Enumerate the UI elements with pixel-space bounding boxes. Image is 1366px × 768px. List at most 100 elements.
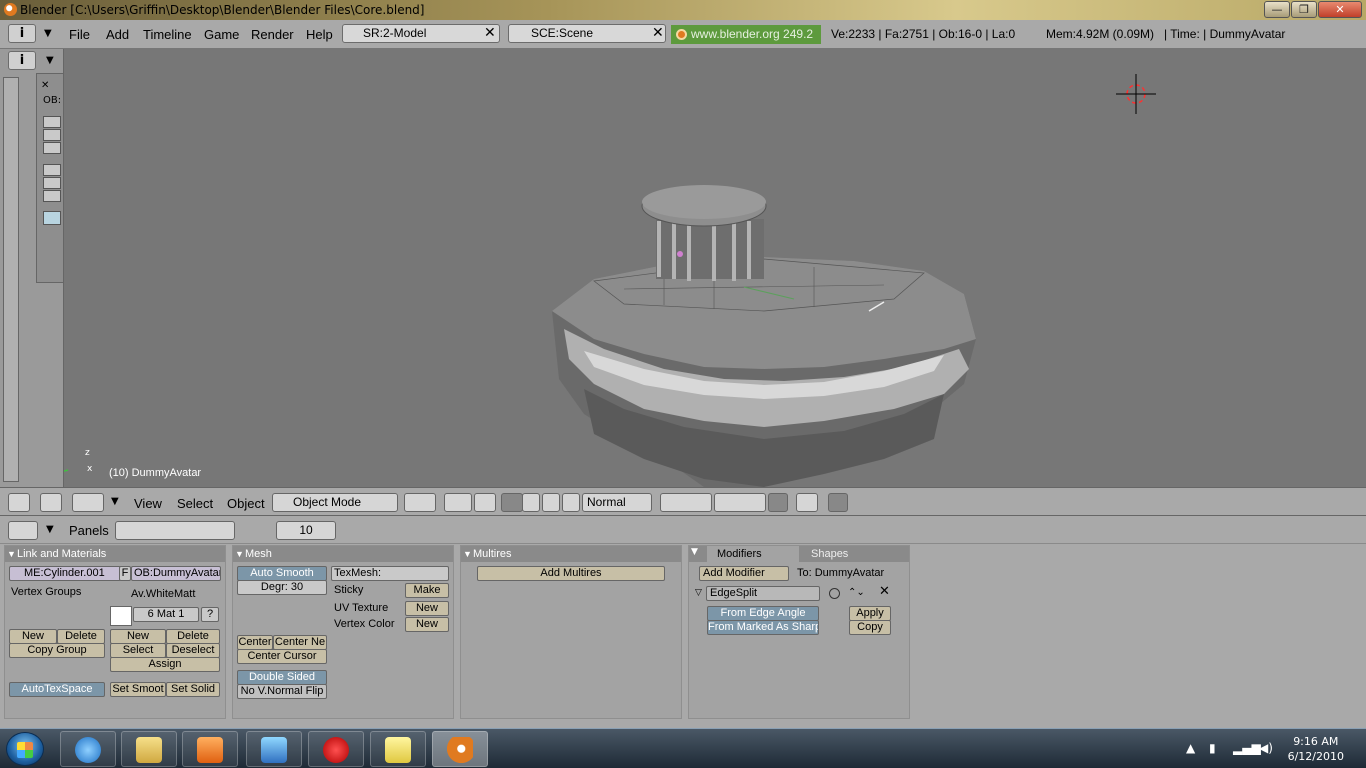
start-button[interactable] <box>6 732 44 766</box>
panel-title[interactable]: Link and Materials <box>5 546 225 562</box>
snap-icon[interactable] <box>474 493 496 512</box>
material-index-field[interactable]: 6 Mat 1 <box>133 607 199 622</box>
collapse-menu-icon[interactable]: ▼ <box>111 496 119 507</box>
taskbar-internet-explorer[interactable] <box>60 731 116 767</box>
layer-buttons-2[interactable] <box>714 493 766 512</box>
rotate-manipulator-icon[interactable] <box>542 493 560 512</box>
close-icon[interactable]: ✕ <box>41 80 49 91</box>
close-window-button[interactable]: ✕ <box>1318 1 1362 18</box>
menu-file[interactable]: File <box>69 27 90 42</box>
menu-help[interactable]: Help <box>306 27 333 42</box>
context-icons[interactable] <box>115 521 235 540</box>
taskbar-acrobat[interactable] <box>308 731 364 767</box>
delete-scene-icon[interactable]: ✕ <box>652 25 664 41</box>
delete-screen-icon[interactable]: ✕ <box>484 25 496 41</box>
volume-icon[interactable]: ◀) <box>1259 741 1273 755</box>
grid-window-icon[interactable] <box>40 493 62 512</box>
blender-version-label[interactable]: www.blender.org 249.2 <box>671 25 821 44</box>
menu-add[interactable]: Add <box>106 27 129 42</box>
window-type-icon[interactable] <box>8 493 30 512</box>
sticky-make-button[interactable]: Make <box>405 583 449 598</box>
scale-manipulator-icon[interactable] <box>562 493 580 512</box>
assign-button[interactable]: Assign <box>110 657 220 672</box>
add-multires-button[interactable]: Add Multires <box>477 566 665 581</box>
double-sided-toggle[interactable]: Double Sided <box>237 670 327 685</box>
manipulator-hand-icon[interactable] <box>501 493 523 512</box>
screen-selector[interactable]: SR:2-Model <box>342 24 500 43</box>
lock-icons-group-1[interactable] <box>43 116 61 156</box>
frame-number-field[interactable]: 10 <box>276 521 336 540</box>
add-modifier-button[interactable]: Add Modifier <box>699 566 789 581</box>
center-new-button[interactable]: Center Ne <box>273 635 327 650</box>
taskbar-explorer[interactable] <box>121 731 177 767</box>
modifier-cage-icon[interactable] <box>829 588 840 599</box>
material-deselect-button[interactable]: Deselect <box>166 643 220 658</box>
layer-buttons-1[interactable] <box>660 493 712 512</box>
taskbar-control-panel[interactable] <box>246 731 302 767</box>
menu-game[interactable]: Game <box>204 27 239 42</box>
vertex-color-new-button[interactable]: New <box>405 617 449 632</box>
blue-toggle[interactable] <box>43 211 61 225</box>
vgroup-delete-button[interactable]: Delete <box>57 629 105 644</box>
set-smooth-button[interactable]: Set Smoot <box>110 682 166 697</box>
orientation-selector[interactable]: Normal <box>582 493 652 512</box>
translate-manipulator-icon[interactable] <box>522 493 540 512</box>
modifier-name-field[interactable]: EdgeSplit <box>706 586 820 601</box>
collapse-icon[interactable]: ▼ <box>46 55 54 66</box>
menu-object[interactable]: Object <box>227 496 265 511</box>
device-icon[interactable]: ▮ <box>1209 741 1216 755</box>
panel-title[interactable]: Mesh <box>233 546 453 562</box>
tab-shapes[interactable]: Shapes <box>801 546 891 562</box>
window-type-icon[interactable] <box>8 521 38 540</box>
lock-icon[interactable] <box>768 493 788 512</box>
draw-type-icon[interactable] <box>404 493 436 512</box>
taskbar-blender[interactable] <box>432 731 488 767</box>
vgroup-new-button[interactable]: New <box>9 629 57 644</box>
network-icon[interactable]: ▂▄▆ <box>1233 741 1261 755</box>
3d-viewport[interactable]: z x <box>64 49 1366 487</box>
collapse-menu-icon[interactable]: ▼ <box>44 28 52 39</box>
delete-modifier-icon[interactable]: ✕ <box>879 584 890 599</box>
move-up-down-icon[interactable]: ⌃⌄ <box>848 587 865 598</box>
tab-modifiers[interactable]: Modifiers <box>707 546 799 562</box>
center-button[interactable]: Center <box>237 635 273 650</box>
copy-modifier-button[interactable]: Copy <box>849 620 891 635</box>
material-delete-button[interactable]: Delete <box>166 629 220 644</box>
scene-selector[interactable]: SCE:Scene <box>508 24 666 43</box>
texmesh-field[interactable]: TexMesh: <box>331 566 449 581</box>
panel-title[interactable]: Multires <box>461 546 681 562</box>
collapse-menu-icon[interactable]: ▼ <box>46 524 54 535</box>
maximize-button[interactable]: ❐ <box>1291 1 1317 18</box>
smooth-degree-field[interactable]: Degr: 30 <box>237 580 327 595</box>
apply-modifier-button[interactable]: Apply <box>849 606 891 621</box>
uv-texture-new-button[interactable]: New <box>405 601 449 616</box>
show-hidden-icons-icon[interactable]: ▲ <box>1186 741 1195 755</box>
mode-selector[interactable]: Object Mode <box>272 493 398 512</box>
taskbar-sticky-notes[interactable] <box>370 731 426 767</box>
copy-group-button[interactable]: Copy Group <box>9 643 105 658</box>
help-button[interactable]: ? <box>201 607 219 622</box>
menu-timeline[interactable]: Timeline <box>143 27 192 42</box>
menu-view[interactable]: View <box>134 496 162 511</box>
autotexspace-toggle[interactable]: AutoTexSpace <box>9 682 105 697</box>
taskbar-media-player[interactable] <box>182 731 238 767</box>
collapse-icon[interactable]: ▼ <box>691 547 698 557</box>
from-marked-sharp-toggle[interactable]: From Marked As Sharp <box>707 620 819 635</box>
auto-smooth-toggle[interactable]: Auto Smooth <box>237 566 327 581</box>
minimize-button[interactable]: — <box>1264 1 1290 18</box>
menu-select[interactable]: Select <box>177 496 213 511</box>
set-solid-button[interactable]: Set Solid <box>166 682 220 697</box>
info-window-type-icon[interactable]: i <box>8 24 36 43</box>
no-vnormal-flip-toggle[interactable]: No V.Normal Flip <box>237 684 327 699</box>
mesh-name-field[interactable]: ME:Cylinder.001 <box>9 566 121 581</box>
render-icon[interactable] <box>796 493 818 512</box>
camera-view-icon[interactable] <box>828 493 848 512</box>
lock-icons-group-2[interactable] <box>43 164 61 204</box>
center-cursor-button[interactable]: Center Cursor <box>237 649 327 664</box>
view-type-icon[interactable] <box>72 493 104 512</box>
fake-user-button[interactable]: F <box>119 566 131 581</box>
scrollbar[interactable] <box>3 77 19 482</box>
modifier-collapse-icon[interactable]: ▽ <box>695 588 702 598</box>
material-select-button[interactable]: Select <box>110 643 166 658</box>
menu-render[interactable]: Render <box>251 27 294 42</box>
